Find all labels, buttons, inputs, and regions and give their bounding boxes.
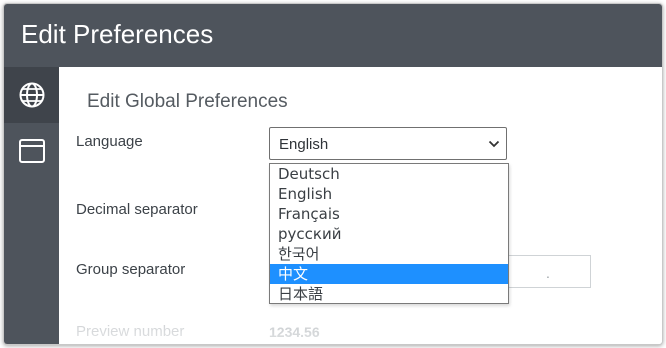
language-option[interactable]: Deutsch xyxy=(270,164,508,184)
language-option[interactable]: 日本語 xyxy=(270,284,508,304)
window-title: Edit Preferences xyxy=(21,19,214,49)
sidebar-item-global[interactable] xyxy=(4,67,59,123)
language-dropdown: Deutsch English Français русский 한국어 中文 … xyxy=(269,163,509,304)
language-option[interactable]: русский xyxy=(270,224,508,244)
language-option[interactable]: Français xyxy=(270,204,508,224)
decimal-separator-label: Decimal separator xyxy=(76,201,198,218)
main-content: Edit Global Preferences Language English… xyxy=(59,67,662,344)
chevron-down-icon xyxy=(488,140,500,148)
title-bar: Edit Preferences xyxy=(4,4,662,67)
language-select-value: English xyxy=(279,136,329,153)
language-option[interactable]: English xyxy=(270,184,508,204)
group-separator-value: . xyxy=(546,265,550,281)
group-separator-label: Group separator xyxy=(76,261,186,278)
group-separator-input[interactable]: . xyxy=(507,255,591,288)
language-option-highlighted[interactable]: 中文 xyxy=(270,264,508,284)
language-option[interactable]: 한국어 xyxy=(270,244,508,264)
preferences-window: Edit Preferences Edit Global Preferences… xyxy=(3,3,663,345)
section-title: Edit Global Preferences xyxy=(87,91,288,112)
language-label: Language xyxy=(76,133,143,150)
sidebar xyxy=(4,67,59,344)
language-select[interactable]: English xyxy=(269,127,507,160)
window-icon xyxy=(18,139,45,163)
preview-number-label: Preview number xyxy=(76,323,185,340)
preview-number-value: 1234.56 xyxy=(269,324,320,340)
globe-icon xyxy=(19,82,44,108)
sidebar-item-window[interactable] xyxy=(4,123,59,179)
